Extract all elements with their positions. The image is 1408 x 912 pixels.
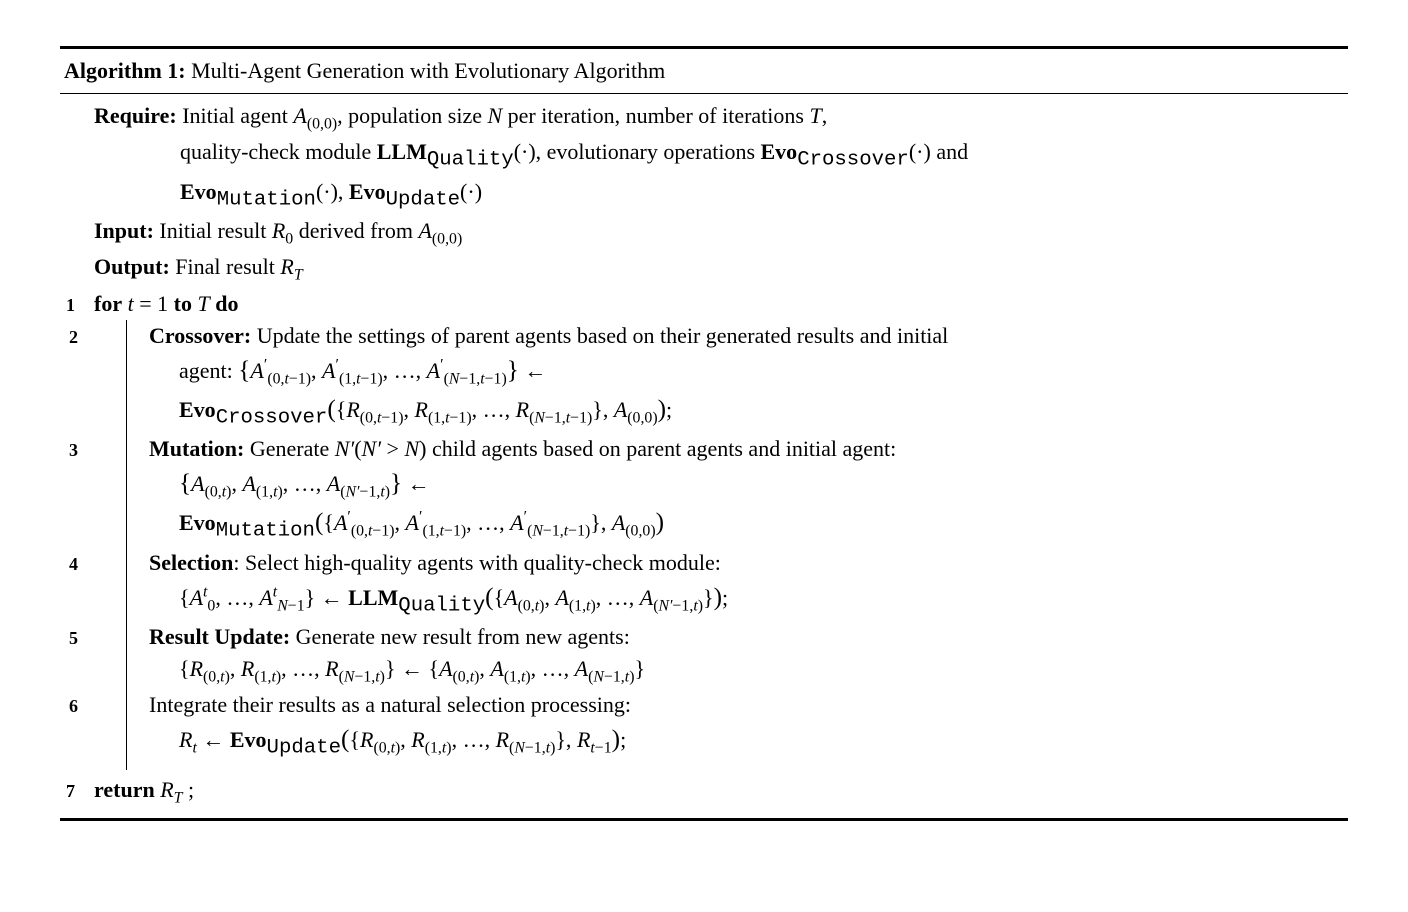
crossover-cont1: agent: {A′(0,t−1), A′(1,t−1), …, A′(N−1,…: [149, 352, 1348, 391]
crossover-label: Crossover:: [149, 323, 251, 348]
for-kw: for: [94, 291, 122, 316]
crossover-text: Update the settings of parent agents bas…: [257, 323, 949, 348]
mutation-cont1: {A(0,t), A(1,t), …, A(N′−1,t)} ←: [149, 465, 1348, 504]
mutation-cont2: EvoMutation({A′(0,t−1), A′(1,t−1), …, A′…: [149, 504, 1348, 546]
result-update-text: Generate new result from new agents:: [296, 624, 630, 649]
lineno-3: 3: [69, 437, 78, 463]
result-update-cont1: {R(0,t), R(1,t), …, R(N−1,t)} ← {A(0,t),…: [149, 653, 1348, 689]
require-label: Require:: [94, 103, 177, 128]
rule-top: [60, 46, 1348, 49]
selection-cont1: {At0, …, AtN−1} ← LLMQuality({A(0,t), A(…: [149, 579, 1348, 621]
algorithm-label: Algorithm 1:: [64, 58, 186, 83]
input-line: Input: Initial result R0 derived from A(…: [94, 215, 1348, 251]
algorithm-block: Algorithm 1: Multi-Agent Generation with…: [60, 46, 1348, 821]
step-result-update: 5 Result Update: Generate new result fro…: [149, 621, 1348, 653]
for-line: 1 for t = 1 to T do: [94, 288, 1348, 320]
lineno-7: 7: [66, 778, 75, 804]
crossover-cont2: EvoCrossover({R(0,t−1), R(1,t−1), …, R(N…: [149, 391, 1348, 433]
lineno-1: 1: [66, 292, 75, 318]
lineno-5: 5: [69, 625, 78, 651]
require-cont2: EvoMutation(·), EvoUpdate(·): [94, 176, 1348, 215]
do-kw: do: [215, 291, 238, 316]
integrate-cont1: Rt ← EvoUpdate({R(0,t), R(1,t), …, R(N−1…: [149, 721, 1348, 763]
lineno-2: 2: [69, 324, 78, 350]
return-kw: return: [94, 777, 155, 802]
step-selection: 4 Selection: Select high-quality agents …: [149, 547, 1348, 579]
input-label: Input:: [94, 218, 154, 243]
algorithm-title-line: Algorithm 1: Multi-Agent Generation with…: [60, 53, 1348, 89]
selection-colon: :: [233, 550, 239, 575]
step-mutation: 3 Mutation: Generate N′(N′ > N) child ag…: [149, 433, 1348, 465]
selection-text: Select high-quality agents with quality-…: [245, 550, 721, 575]
integrate-text: Integrate their results as a natural sel…: [149, 692, 631, 717]
result-update-label: Result Update:: [149, 624, 290, 649]
selection-label: Selection: [149, 550, 233, 575]
lineno-6: 6: [69, 693, 78, 719]
lineno-4: 4: [69, 551, 78, 577]
algorithm-title: Multi-Agent Generation with Evolutionary…: [191, 58, 665, 83]
loop-body: 2 Crossover: Update the settings of pare…: [126, 320, 1348, 770]
mutation-label: Mutation:: [149, 436, 244, 461]
rule-bottom: [60, 818, 1348, 821]
rule-after-title: [60, 93, 1348, 94]
step-integrate: 6 Integrate their results as a natural s…: [149, 689, 1348, 721]
require-cont1: quality-check module LLMQuality(·), evol…: [94, 136, 1348, 175]
return-line: 7 return RT ;: [94, 774, 1348, 810]
require-line: Require: Initial agent A(0,0), populatio…: [94, 100, 1348, 136]
step-crossover: 2 Crossover: Update the settings of pare…: [149, 320, 1348, 352]
output-line: Output: Final result RT: [94, 251, 1348, 287]
algorithm-content: Require: Initial agent A(0,0), populatio…: [60, 100, 1348, 810]
output-label: Output:: [94, 254, 170, 279]
